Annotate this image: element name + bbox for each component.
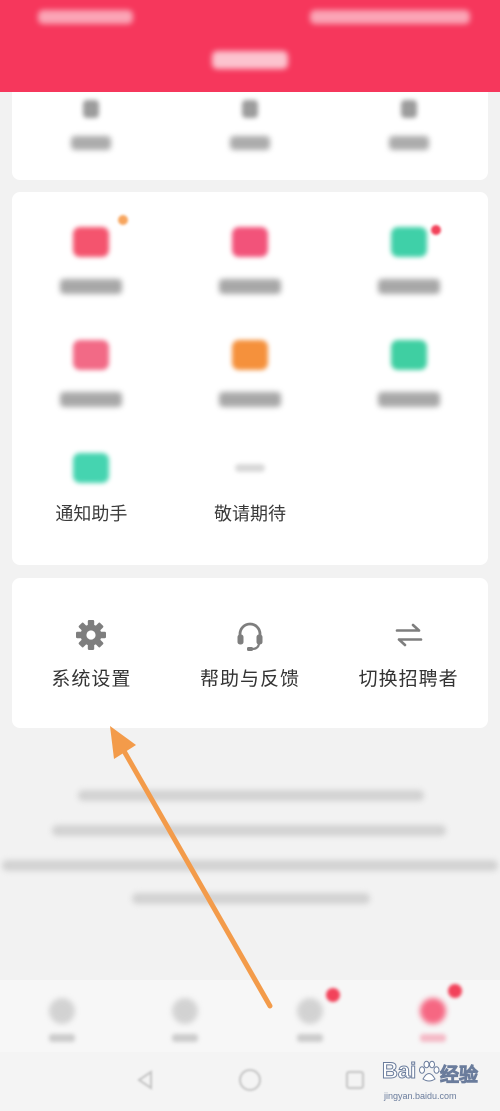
watermark-url: jingyan.baidu.com [384, 1091, 457, 1101]
notice-line [132, 893, 370, 904]
system-settings-button[interactable]: 系统设置 [12, 578, 171, 728]
grid-item-label: 敬请期待 [213, 504, 286, 525]
app-icon [73, 453, 110, 483]
grid-item[interactable] [329, 192, 488, 305]
app-icon [73, 340, 110, 370]
feature-grid-card: 通知助手 敬请期待 [12, 192, 488, 565]
grid-item-label [218, 392, 281, 407]
badge-dot [431, 225, 442, 235]
grid-item-empty [329, 418, 488, 531]
tab-icon[interactable] [420, 998, 446, 1024]
notice-line [52, 825, 446, 836]
help-feedback-label: 帮助与反馈 [199, 668, 300, 690]
placeholder-icon [234, 464, 265, 472]
grid-item-label [377, 392, 440, 407]
grid-item-label [60, 392, 123, 407]
app-icon [73, 227, 110, 257]
stats-item[interactable] [171, 92, 330, 180]
bottom-tab-bar [0, 980, 500, 1052]
grid-item-label [377, 279, 440, 294]
tab-label [49, 1034, 75, 1042]
grid-item[interactable] [329, 305, 488, 418]
recents-icon[interactable] [343, 1068, 367, 1092]
watermark-suffix: 经验 [440, 1064, 479, 1087]
stats-icon [241, 100, 258, 118]
stats-item[interactable] [329, 92, 488, 180]
app-icon [390, 227, 427, 257]
switch-to-recruiter-label: 切换招聘者 [358, 668, 459, 690]
stats-label [229, 136, 270, 150]
grid-item[interactable] [171, 192, 330, 305]
switch-to-recruiter-button[interactable]: 切换招聘者 [329, 578, 488, 728]
status-bar-right [310, 10, 470, 24]
tab-label [297, 1034, 323, 1042]
tab-badge [448, 984, 462, 998]
watermark-brand: Bai [381, 1058, 417, 1084]
grid-item-notification-assistant[interactable]: 通知助手 [12, 418, 171, 531]
grid-item-label [218, 279, 281, 294]
grid-item[interactable] [12, 192, 171, 305]
grid-item[interactable] [12, 305, 171, 418]
stats-item[interactable] [12, 92, 171, 180]
app-icon [231, 227, 268, 257]
system-settings-label: 系统设置 [51, 668, 132, 690]
grid-item-coming-soon: 敬请期待 [171, 418, 330, 531]
watermark: Bai 经验 jingyan.baidu.com [380, 1056, 488, 1106]
paw-icon [419, 1060, 440, 1082]
gear-icon [76, 620, 107, 650]
tab-label [172, 1034, 198, 1042]
home-icon[interactable] [237, 1067, 263, 1093]
tab-badge [326, 988, 340, 1002]
badge-dot [118, 215, 128, 225]
notice-line [78, 790, 424, 801]
stats-card [12, 92, 488, 180]
stats-label [71, 136, 112, 150]
stats-label [388, 136, 429, 150]
app-icon [390, 340, 427, 370]
tab-icon[interactable] [49, 998, 75, 1024]
page-title [212, 51, 288, 69]
headset-icon [237, 622, 263, 651]
help-feedback-button[interactable]: 帮助与反馈 [171, 578, 330, 728]
grid-item-label [60, 279, 123, 294]
tab-label [420, 1034, 446, 1042]
tab-icon[interactable] [297, 998, 323, 1024]
folder-icon [231, 340, 268, 370]
app-header [0, 0, 500, 92]
notice-line [2, 860, 498, 871]
back-icon[interactable] [133, 1068, 157, 1092]
status-bar-left [38, 10, 133, 24]
grid-item-label: 通知助手 [55, 504, 128, 525]
settings-actions-card: 系统设置 帮助与反馈 切换招聘者 [12, 578, 488, 728]
stats-icon [400, 100, 417, 118]
arrow-head [110, 726, 136, 759]
swap-icon [395, 623, 422, 647]
tab-icon[interactable] [172, 998, 198, 1024]
grid-item[interactable] [171, 305, 330, 418]
stats-icon [83, 100, 100, 118]
